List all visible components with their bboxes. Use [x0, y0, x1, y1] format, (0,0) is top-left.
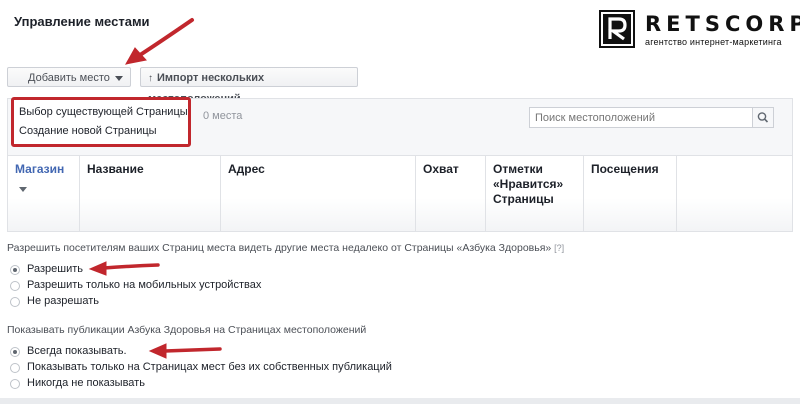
- annotation-arrow-add-place: [125, 18, 194, 65]
- annotation-arrow-always-show: [148, 343, 222, 359]
- annotation-arrow-allow: [88, 261, 160, 276]
- annotation-arrows: [88, 18, 222, 359]
